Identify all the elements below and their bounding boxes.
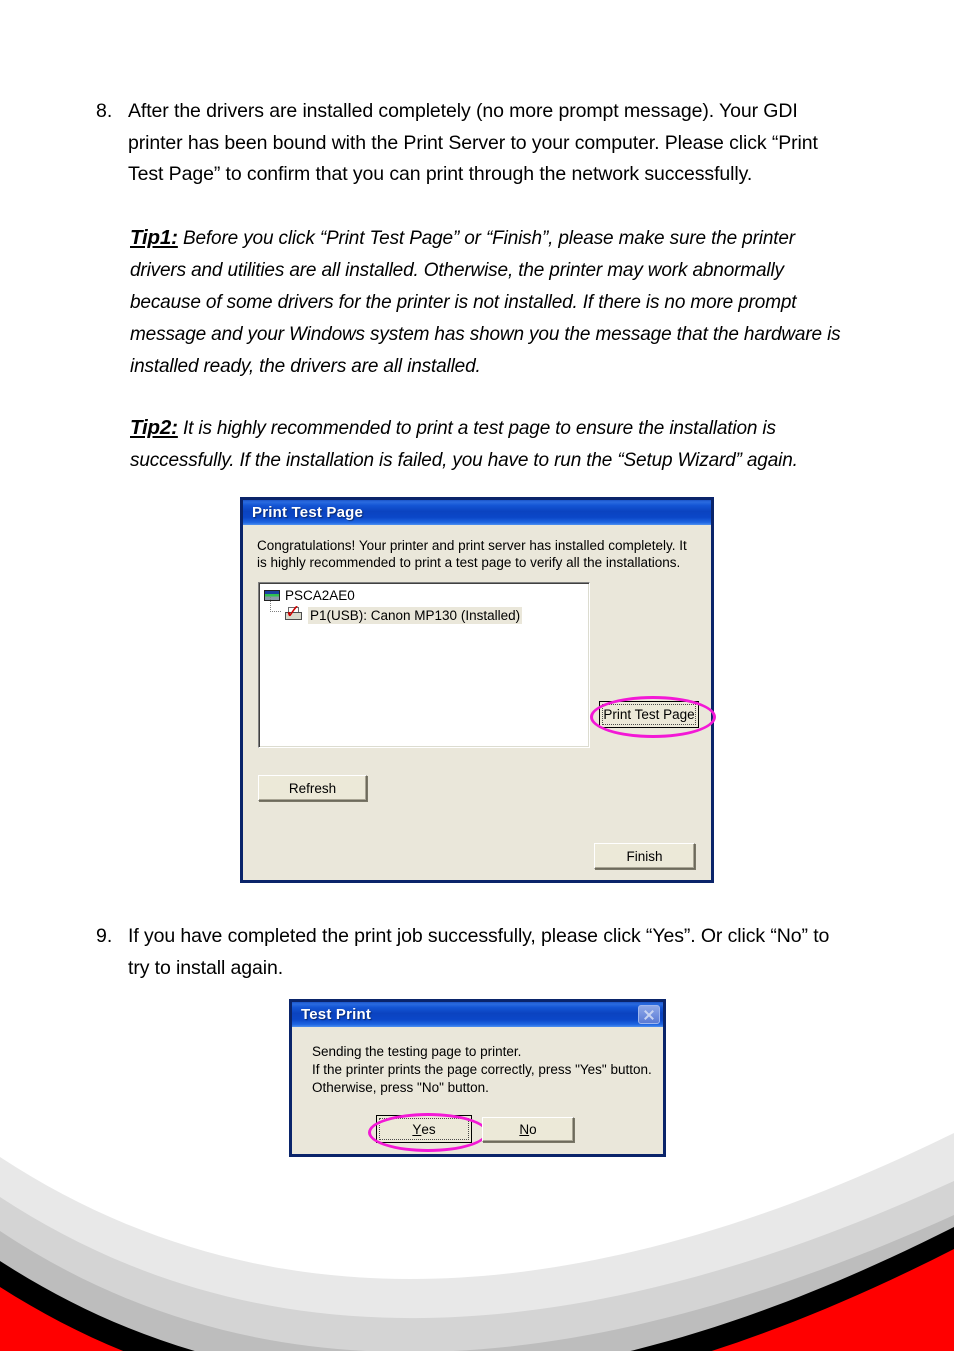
step-number: 9. [96, 925, 113, 947]
tip-1: Tip1: Before you click “Print Test Page”… [130, 222, 852, 383]
dialog-message-line: If the printer prints the page correctly… [312, 1062, 652, 1077]
tree-item-printer[interactable]: ✓ P1(USB): Canon MP130 (Installed) [284, 601, 523, 624]
printer-name-label: P1(USB): Canon MP130 (Installed) [308, 607, 523, 624]
tip-1-text: Before you click “Print Test Page” or “F… [130, 228, 841, 377]
step-number: 8. [96, 100, 113, 122]
dialog-titlebar[interactable]: Print Test Page [243, 500, 711, 525]
close-icon[interactable] [638, 1005, 660, 1024]
refresh-button[interactable]: Refresh [258, 775, 367, 801]
print-test-page-dialog: Print Test Page Congratulations! Your pr… [240, 497, 716, 883]
decorative-swoosh [0, 1111, 954, 1351]
print-test-page-button[interactable]: Print Test Page [599, 701, 699, 728]
swoosh-svg [0, 1133, 954, 1351]
dialog-message-line: Otherwise, press "No" button. [312, 1080, 489, 1095]
printer-tree-listbox[interactable]: PSCA2AE0 ✓ P1(USB): Canon MP130 (Install… [258, 582, 590, 748]
dialog-message: Congratulations! Your printer and print … [257, 538, 687, 570]
tree-connector-line [270, 597, 281, 612]
numbered-step-8: 8. After the drivers are installed compl… [96, 96, 836, 191]
tip-2-label: Tip2: [130, 416, 178, 439]
dialog-title: Print Test Page [252, 504, 364, 521]
dialog-title: Test Print [301, 1006, 372, 1023]
numbered-step-9: 9. If you have completed the print job s… [96, 921, 856, 984]
printer-installed-icon: ✓ [285, 601, 302, 623]
dialog-message: Sending the testing page to printer. If … [312, 1043, 652, 1097]
dialog-message-line: Sending the testing page to printer. [312, 1044, 522, 1059]
tip-2: Tip2: It is highly recommended to print … [130, 412, 852, 477]
tip-2-text: It is highly recommended to print a test… [130, 418, 798, 471]
step-text: After the drivers are installed complete… [128, 100, 818, 185]
tip-1-label: Tip1: [130, 226, 178, 249]
finish-button[interactable]: Finish [594, 843, 695, 869]
step-text: If you have completed the print job succ… [128, 925, 830, 979]
dialog-titlebar[interactable]: Test Print [292, 1002, 663, 1027]
document-page: 8. After the drivers are installed compl… [0, 0, 954, 1351]
print-test-page-button-label: Print Test Page [602, 704, 696, 725]
dialog-body: Congratulations! Your printer and print … [243, 525, 716, 880]
